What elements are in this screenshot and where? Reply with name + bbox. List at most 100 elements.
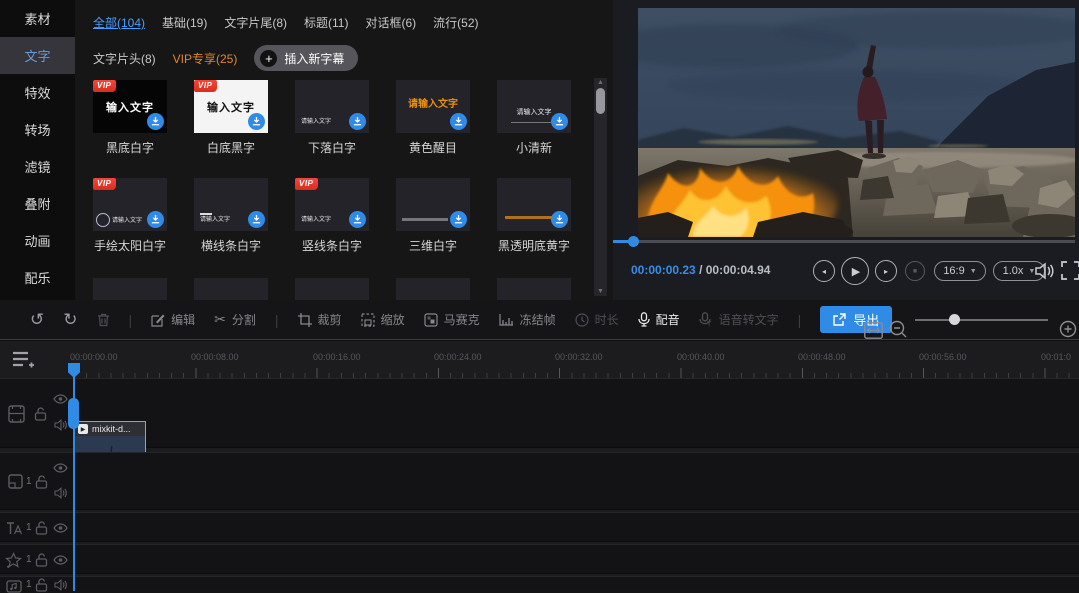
template-hand-drawn-sun[interactable]: VIP 请输入文字 手绘太阳白字 <box>93 178 167 254</box>
split-label: 分割 <box>232 311 256 328</box>
download-icon[interactable] <box>248 211 265 228</box>
sidebar-item-material[interactable]: 素材 <box>0 0 75 37</box>
download-icon[interactable] <box>450 211 467 228</box>
track-number: 1 <box>26 579 32 590</box>
delete-icon[interactable] <box>97 313 110 327</box>
track-volume-icon[interactable] <box>54 487 67 499</box>
plus-icon: + <box>260 50 277 67</box>
unlock-icon[interactable] <box>35 578 48 592</box>
seek-track[interactable] <box>613 240 1075 243</box>
track-number: 1 <box>26 554 32 565</box>
download-icon[interactable] <box>147 113 164 130</box>
track-volume-icon[interactable] <box>54 419 67 431</box>
pip-track[interactable]: 1 <box>0 452 1079 510</box>
stop-button[interactable]: ■ <box>905 261 925 281</box>
tab-dialog[interactable]: 对话框(6) <box>365 14 416 31</box>
aspect-ratio-dropdown[interactable]: 16:9▼ <box>934 261 986 281</box>
template-3d-white-text[interactable]: 三维白字 <box>396 178 470 254</box>
sidebar-item-transitions[interactable]: 转场 <box>0 111 75 148</box>
unlock-icon[interactable] <box>35 521 48 535</box>
previous-frame-button[interactable]: ◂ <box>813 260 835 282</box>
sidebar-item-music[interactable]: 配乐 <box>0 259 75 296</box>
video-track[interactable]: ▶ mixkit-d... <box>0 378 1079 448</box>
ruler-label: 00:00:40.00 <box>677 352 725 362</box>
tab-end-credits[interactable]: 文字片尾(8) <box>224 14 287 31</box>
download-icon[interactable] <box>349 211 366 228</box>
vip-badge: VIP <box>93 80 116 92</box>
template-black-transparent-yellow[interactable]: 黑透明底黄字 <box>497 178 571 254</box>
template-white-bg-black-text[interactable]: 输入文字 VIP 白底黑字 <box>194 80 268 156</box>
template-black-bg-white-text[interactable]: 输入文字 VIP 黑底白字 <box>93 80 167 156</box>
speed-value: 1.0x <box>1003 265 1024 277</box>
mosaic-button[interactable]: 马赛克 <box>424 311 480 328</box>
sidebar-item-animation[interactable]: 动画 <box>0 222 75 259</box>
tab-basic[interactable]: 基础(19) <box>162 14 207 31</box>
template-yellow-highlight[interactable]: 请输入文字 黄色醒目 <box>396 80 470 156</box>
download-icon[interactable] <box>450 113 467 130</box>
seek-handle[interactable] <box>628 236 639 247</box>
playhead-grip[interactable] <box>68 398 79 429</box>
download-icon[interactable] <box>551 211 568 228</box>
clip-title-bar: ▶ mixkit-d... <box>75 422 145 436</box>
redo-icon[interactable]: ↻ <box>63 310 77 330</box>
template-thumbnail: 请输入文字 <box>194 178 268 231</box>
tab-titles[interactable]: 标题(11) <box>304 14 348 31</box>
scroll-up-icon[interactable]: ▲ <box>594 79 607 86</box>
download-icon[interactable] <box>147 211 164 228</box>
play-button[interactable]: ▶ <box>841 257 869 285</box>
download-icon[interactable] <box>349 113 366 130</box>
voiceover-button[interactable]: 配音 <box>638 311 680 328</box>
volume-icon[interactable] <box>1033 260 1055 282</box>
template-name: 三维白字 <box>396 237 470 254</box>
template-fresh-style[interactable]: 请输入文字 小清新 <box>497 80 571 156</box>
unlock-icon[interactable] <box>35 475 48 489</box>
eye-icon[interactable] <box>53 394 68 404</box>
timeline-zoom-slider[interactable] <box>915 319 1048 321</box>
speech-to-text-label: 语音转文字 <box>719 311 779 328</box>
eye-icon[interactable] <box>53 463 68 473</box>
track-volume-icon[interactable] <box>54 579 67 591</box>
eye-icon[interactable] <box>53 555 68 565</box>
effect-track[interactable]: 1 <box>0 544 1079 574</box>
tab-vip-exclusive[interactable]: VIP专享(25) <box>173 50 238 67</box>
library-scrollbar[interactable]: ▲ ▼ <box>594 78 607 296</box>
next-frame-button[interactable]: ▸ <box>875 260 897 282</box>
tab-popular[interactable]: 流行(52) <box>433 14 478 31</box>
eye-icon[interactable] <box>53 523 68 533</box>
undo-icon[interactable]: ↺ <box>30 310 44 330</box>
add-track-icon[interactable] <box>12 350 34 370</box>
download-icon[interactable] <box>248 113 265 130</box>
unlock-icon[interactable] <box>35 553 48 567</box>
crop-button[interactable]: 裁剪 <box>298 311 342 328</box>
speech-to-text-button[interactable]: T语音转文字 <box>699 311 779 328</box>
music-track[interactable]: 1 <box>0 576 1079 591</box>
template-falling-white-text[interactable]: 请输入文字 下落白字 <box>295 80 369 156</box>
preview-seek-bar[interactable] <box>613 237 1075 245</box>
scroll-down-icon[interactable]: ▼ <box>594 288 607 295</box>
zoom-button[interactable]: 缩放 <box>361 311 405 328</box>
download-icon[interactable] <box>551 113 568 130</box>
template-preview-text: 请输入文字 <box>301 116 331 125</box>
template-vertical-line[interactable]: VIP 请输入文字 竖线条白字 <box>295 178 369 254</box>
preview-video-frame[interactable] <box>638 8 1075 237</box>
template-thumbnail: 输入文字 VIP <box>194 80 268 133</box>
sidebar-item-effects[interactable]: 特效 <box>0 74 75 111</box>
freeze-frame-button[interactable]: 冻结帧 <box>499 311 556 328</box>
tab-openers[interactable]: 文字片头(8) <box>93 50 156 67</box>
timeline-zoom-slider-handle[interactable] <box>949 314 960 325</box>
unlock-icon[interactable] <box>34 407 47 421</box>
sidebar-item-overlays[interactable]: 叠附 <box>0 185 75 222</box>
duration-button[interactable]: 时长 <box>575 311 619 328</box>
scrollbar-thumb[interactable] <box>596 88 605 114</box>
edit-button[interactable]: 编辑 <box>151 311 195 328</box>
split-button[interactable]: ✂分割 <box>214 311 256 328</box>
track-number: 1 <box>26 476 32 487</box>
sidebar-item-text[interactable]: 文字 <box>0 37 75 74</box>
fullscreen-icon[interactable] <box>1060 260 1079 281</box>
text-track[interactable]: 1 <box>0 512 1079 542</box>
sidebar-item-filters[interactable]: 滤镜 <box>0 148 75 185</box>
timeline-ruler[interactable] <box>74 368 1079 378</box>
tab-all[interactable]: 全部(104) <box>93 14 145 31</box>
template-horizontal-line[interactable]: 请输入文字 横线条白字 <box>194 178 268 254</box>
insert-subtitle-button[interactable]: + 插入新字幕 <box>254 45 358 71</box>
